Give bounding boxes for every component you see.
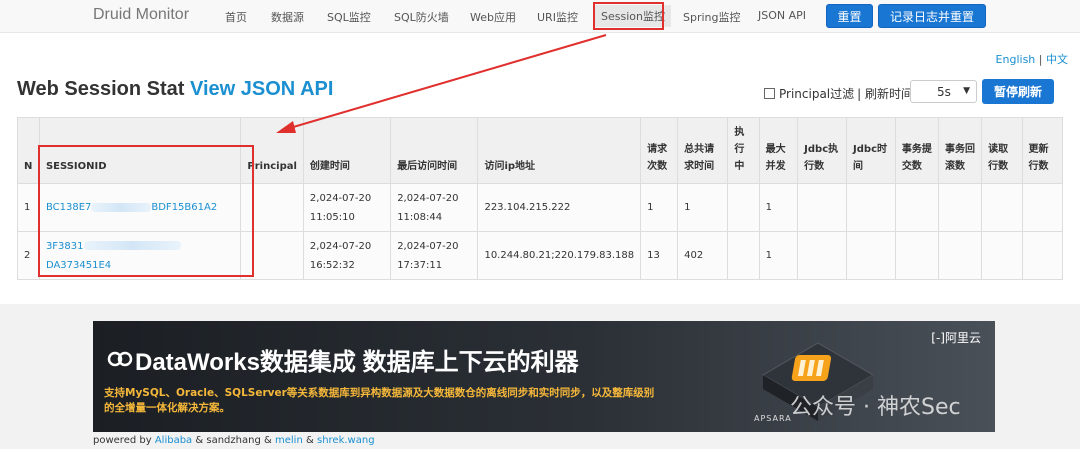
ampersand: & <box>264 435 272 446</box>
powered-by-label: powered by <box>93 435 152 446</box>
sandzhang-text: sandzhang <box>206 435 261 446</box>
shrek-wang-link[interactable]: shrek.wang <box>317 435 375 446</box>
powered-by-footer: powered by Alibaba & sandzhang & melin &… <box>93 435 375 446</box>
alibaba-link[interactable]: Alibaba <box>155 435 192 446</box>
dataworks-logo-icon <box>107 351 133 367</box>
banner-description: 支持MySQL、Oracle、SQLServer等关系数据库到异构数据源及大数据… <box>104 387 655 414</box>
banner-title: DataWorks数据集成 数据库上下云的利器 <box>135 349 579 376</box>
wechat-watermark: 公众号 · 神农Sec <box>790 395 961 420</box>
aliyun-logo: [-]阿里云 <box>931 331 981 345</box>
dataworks-ad-banner[interactable]: DataWorks数据集成 数据库上下云的利器 支持MySQL、Oracle、S… <box>93 321 995 432</box>
melin-link[interactable]: melin <box>275 435 303 446</box>
apsara-label: APSARA <box>754 414 792 423</box>
ampersand: & <box>305 435 314 446</box>
ampersand: & <box>195 435 204 446</box>
